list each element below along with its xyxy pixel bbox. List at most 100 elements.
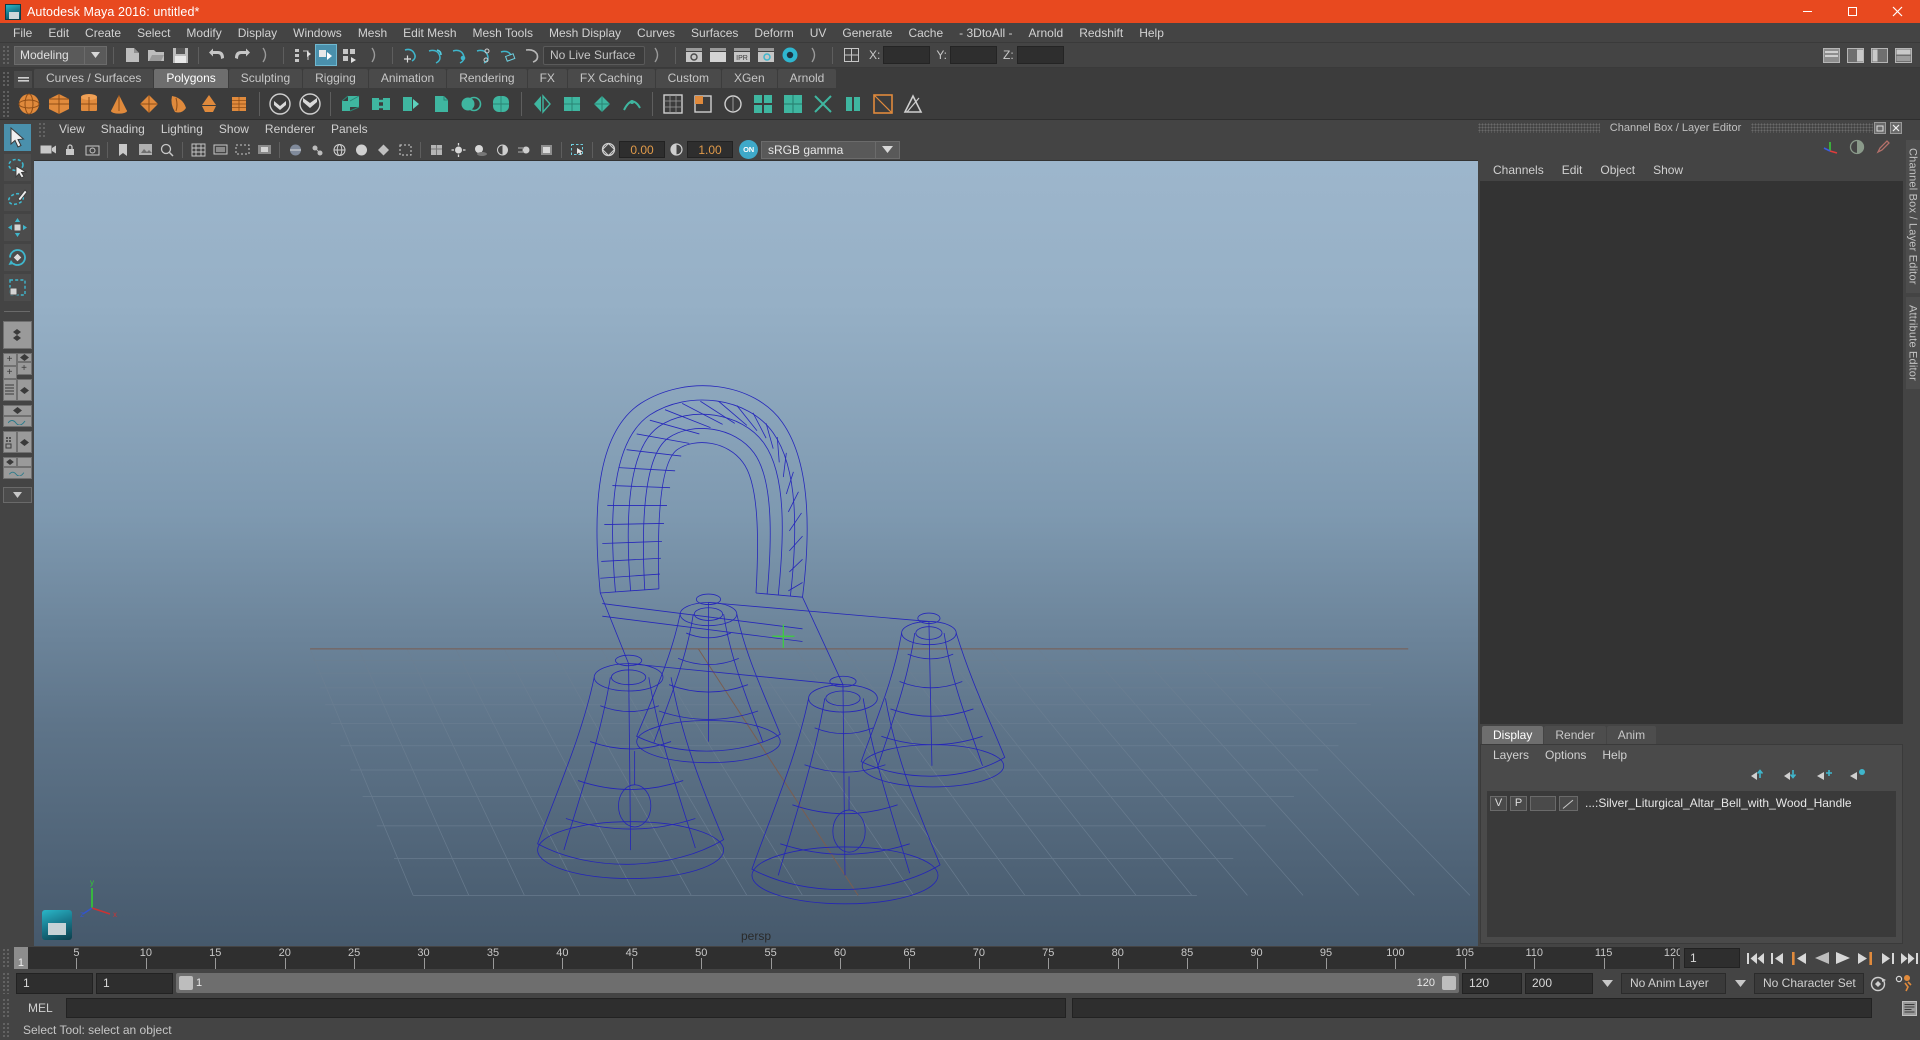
poly-append-icon[interactable] xyxy=(397,90,425,118)
panel-menu-view[interactable]: View xyxy=(51,120,93,139)
film-gate-icon[interactable] xyxy=(210,140,230,160)
persp-graph-outliner-layout[interactable] xyxy=(2,457,32,479)
poly-combine-icon[interactable] xyxy=(266,90,294,118)
smooth-shade-all-icon[interactable] xyxy=(351,140,371,160)
time-slider-grip[interactable] xyxy=(2,947,11,969)
menu-mesh-tools[interactable]: Mesh Tools xyxy=(465,23,541,43)
shelf-tab-sculpting[interactable]: Sculpting xyxy=(228,69,303,88)
poly-crease-icon[interactable] xyxy=(618,90,646,118)
new-scene-button[interactable] xyxy=(121,44,143,66)
xray-joints-icon[interactable] xyxy=(307,140,327,160)
show-attribute-editor-icon[interactable] xyxy=(1844,44,1866,66)
layer-menu-help[interactable]: Help xyxy=(1594,745,1635,765)
script-editor-icon[interactable] xyxy=(1898,998,1920,1018)
panel-menu-panels[interactable]: Panels xyxy=(323,120,376,139)
undock-icon[interactable] xyxy=(1873,121,1887,135)
poly-separate-icon[interactable] xyxy=(296,90,324,118)
undo-button[interactable] xyxy=(206,44,228,66)
menu-3dtoall[interactable]: - 3DtoAll - xyxy=(951,23,1020,43)
rotate-tool[interactable] xyxy=(3,244,31,271)
minimize-button[interactable] xyxy=(1785,0,1830,23)
uv-cylindrical-icon[interactable] xyxy=(689,90,717,118)
shelf-icons-grip[interactable] xyxy=(2,89,11,118)
shelf-tab-curves-surfaces[interactable]: Curves / Surfaces xyxy=(34,69,154,88)
shelf-tab-fx[interactable]: FX xyxy=(527,69,567,88)
go-to-end-icon[interactable] xyxy=(1898,947,1920,969)
redo-button[interactable] xyxy=(230,44,252,66)
poly-mirror-icon[interactable] xyxy=(528,90,556,118)
coordinate-field-z[interactable] xyxy=(1016,46,1064,64)
poly-booleans-icon[interactable] xyxy=(457,90,485,118)
screen-space-ao-icon[interactable] xyxy=(492,140,512,160)
shelf-tab-xgen[interactable]: XGen xyxy=(721,69,777,88)
menu-mesh[interactable]: Mesh xyxy=(350,23,395,43)
wireframe-toggle-icon[interactable] xyxy=(329,140,349,160)
textured-toggle-icon[interactable] xyxy=(426,140,446,160)
poly-sphere-icon[interactable] xyxy=(15,90,43,118)
play-backwards-icon[interactable] xyxy=(1810,947,1832,969)
step-forward-key-icon[interactable] xyxy=(1854,947,1876,969)
poly-cylinder-icon[interactable] xyxy=(75,90,103,118)
panel-menu-show[interactable]: Show xyxy=(211,120,257,139)
uv-automatic-icon[interactable] xyxy=(749,90,777,118)
poly-torus-icon[interactable] xyxy=(135,90,163,118)
camera-attributes-icon[interactable] xyxy=(82,140,102,160)
lasso-select-tool[interactable] xyxy=(3,154,31,181)
poly-bridge-icon[interactable] xyxy=(367,90,395,118)
lock-camera-icon[interactable] xyxy=(60,140,80,160)
uv-cut-icon[interactable] xyxy=(809,90,837,118)
move-layer-down-icon[interactable] xyxy=(1783,768,1800,784)
select-hierarchy-icon[interactable] xyxy=(291,44,313,66)
toolbox-more-chevron-down-icon[interactable] xyxy=(2,487,32,503)
shelf-tab-animation[interactable]: Animation xyxy=(368,69,447,88)
perspective-viewport[interactable]: persp y x z xyxy=(34,161,1478,946)
range-slider-grip[interactable] xyxy=(2,972,11,994)
live-surface-field[interactable]: No Live Surface xyxy=(543,45,645,65)
poly-disc-icon[interactable] xyxy=(195,90,223,118)
shelf-options-menu-icon[interactable] xyxy=(14,71,32,88)
exposure-field[interactable]: 0.00 xyxy=(619,141,665,158)
menu-set-selector[interactable]: Modeling xyxy=(14,45,107,65)
select-object-icon[interactable] xyxy=(315,44,337,66)
open-scene-button[interactable] xyxy=(145,44,167,66)
exposure-icon[interactable] xyxy=(598,140,618,160)
uv-spherical-icon[interactable] xyxy=(719,90,747,118)
bookmark-icon[interactable] xyxy=(113,140,133,160)
menu-cache[interactable]: Cache xyxy=(900,23,951,43)
layer-tab-render[interactable]: Render xyxy=(1544,726,1606,744)
select-tool[interactable] xyxy=(3,124,31,151)
two-d-pan-zoom-icon[interactable] xyxy=(157,140,177,160)
menu-edit-mesh[interactable]: Edit Mesh xyxy=(395,23,464,43)
coordinate-field-y[interactable] xyxy=(950,46,998,64)
menu-curves[interactable]: Curves xyxy=(629,23,683,43)
render-sequence-icon[interactable] xyxy=(707,44,729,66)
menu-windows[interactable]: Windows xyxy=(285,23,350,43)
step-back-frame-icon[interactable] xyxy=(1766,947,1788,969)
help-line-grip[interactable] xyxy=(2,1022,11,1038)
command-output[interactable] xyxy=(1072,998,1872,1018)
show-tool-settings-icon[interactable] xyxy=(1868,44,1890,66)
shadows-toggle-icon[interactable] xyxy=(470,140,490,160)
range-start-field[interactable]: 1 xyxy=(96,972,173,994)
menu-arnold[interactable]: Arnold xyxy=(1021,23,1072,43)
coordinate-field-x[interactable] xyxy=(883,46,931,64)
snap-to-projected-center-icon[interactable] xyxy=(472,44,494,66)
render-handle[interactable] xyxy=(803,44,825,66)
axis-tripod-icon[interactable] xyxy=(1822,139,1839,157)
layer-type-toggle[interactable] xyxy=(1530,795,1556,811)
poly-smooth-icon[interactable] xyxy=(487,90,515,118)
live-surface-handle[interactable] xyxy=(646,44,668,66)
layer-color-swatch[interactable] xyxy=(1559,795,1578,811)
scale-tool[interactable] xyxy=(3,274,31,301)
shelf-tab-polygons[interactable]: Polygons xyxy=(154,69,228,88)
isolate-select-icon[interactable] xyxy=(567,140,587,160)
step-back-key-icon[interactable] xyxy=(1788,947,1810,969)
selection-mode-handle[interactable] xyxy=(254,44,276,66)
status-line-grip[interactable] xyxy=(2,44,11,66)
view-transform-selector[interactable]: sRGB gamma xyxy=(761,140,900,159)
flat-shade-icon[interactable] xyxy=(373,140,393,160)
lighting-toggle-icon[interactable] xyxy=(448,140,468,160)
contrast-icon[interactable] xyxy=(1849,139,1865,158)
select-component-icon[interactable] xyxy=(339,44,361,66)
poly-platonic-icon[interactable] xyxy=(225,90,253,118)
